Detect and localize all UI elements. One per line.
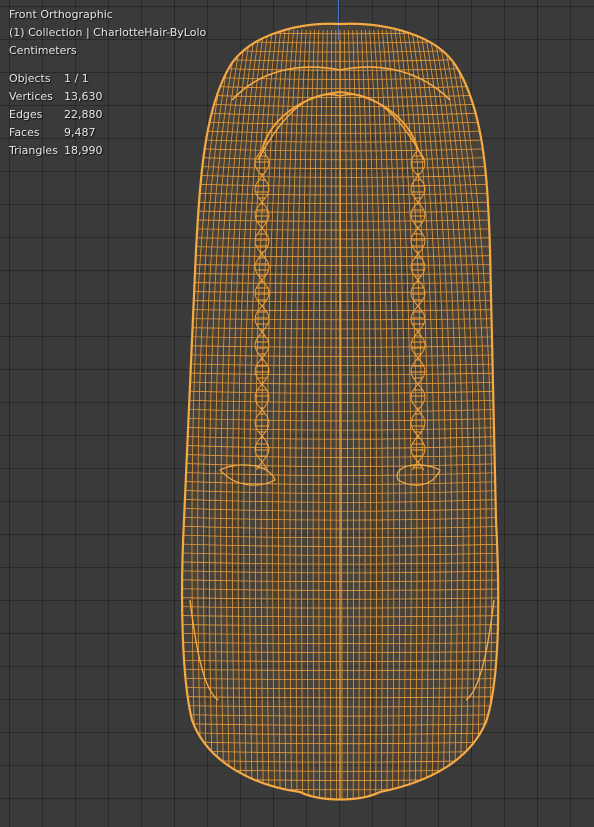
units-label: Centimeters	[9, 44, 77, 57]
3d-viewport[interactable]: Front Orthographic (1) Collection | Char…	[0, 0, 594, 827]
stats-row-objects: Objects 1 / 1	[9, 70, 206, 88]
stat-label: Vertices	[9, 90, 53, 103]
stat-value: 13,630	[64, 90, 103, 103]
viewport-info-overlay: Front Orthographic (1) Collection | Char…	[9, 6, 206, 160]
stat-label: Triangles	[9, 144, 58, 157]
stat-value: 18,990	[64, 144, 103, 157]
view-name: Front Orthographic	[9, 8, 113, 21]
stat-value: 1 / 1	[64, 72, 89, 85]
stat-label: Objects	[9, 72, 51, 85]
stat-value: 22,880	[64, 108, 103, 121]
stats-row-edges: Edges 22,880	[9, 106, 206, 124]
stats-row-faces: Faces 9,487	[9, 124, 206, 142]
collection-label: (1) Collection | CharlotteHair-ByLolo	[9, 26, 207, 39]
stat-label: Edges	[9, 108, 43, 121]
stat-value: 9,487	[64, 126, 96, 139]
stat-label: Faces	[9, 126, 40, 139]
stats-row-vertices: Vertices 13,630	[9, 88, 206, 106]
stats-row-triangles: Triangles 18,990	[9, 142, 206, 160]
